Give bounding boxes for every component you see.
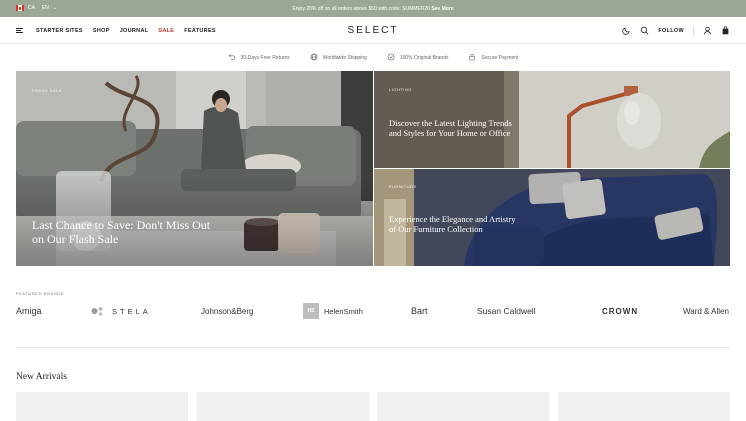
lock-icon xyxy=(468,53,476,63)
brand-helensmith[interactable]: HS HelenSmith xyxy=(303,302,363,320)
hero-tile-lighting[interactable]: LIGHTING Discover the Latest Lighting Tr… xyxy=(374,71,730,168)
brand-ward-allen[interactable]: Ward & Allen xyxy=(683,302,729,320)
brand-name: HelenSmith xyxy=(324,306,363,316)
nav-journal[interactable]: JOURNAL xyxy=(120,28,149,34)
usp-label: Secure Payment xyxy=(481,54,519,61)
return-arrow-icon xyxy=(228,53,236,63)
header-divider xyxy=(693,25,694,36)
usp-label: 100% Original Brands xyxy=(399,54,449,61)
new-arrivals-title: New Arrivals xyxy=(16,372,67,382)
product-card[interactable] xyxy=(197,392,369,421)
chevron-down-icon: ⌄ xyxy=(52,5,58,11)
nav-shop[interactable]: SHOP xyxy=(93,28,110,34)
usp-label: Worldwide Shipping xyxy=(322,54,367,61)
check-badge-icon xyxy=(387,53,395,63)
moon-icon[interactable] xyxy=(622,26,631,35)
brands-row: Amiga STELA Johnson&Berg HS HelenSmith B… xyxy=(16,302,730,320)
usp-label: 30-Days Free Returns xyxy=(240,54,290,61)
helensmith-badge: HS xyxy=(303,303,319,319)
user-icon[interactable] xyxy=(703,26,712,35)
search-icon[interactable] xyxy=(640,26,649,35)
hero-eyebrow: FRESH SALE xyxy=(32,88,62,93)
bag-icon[interactable] xyxy=(721,26,730,35)
hero-heading: Last Chance to Save: Don't Miss Out on O… xyxy=(32,218,211,246)
hero-heading: Experience the Elegance and Artistry of … xyxy=(389,214,516,234)
nav-starter-sites[interactable]: STARTER SITES xyxy=(36,28,83,34)
brand-name: STELA xyxy=(112,306,151,316)
usp-strip: 30-Days Free Returns Worldwide Shipping … xyxy=(0,44,746,71)
hero-heading: Discover the Latest Lighting Trends and … xyxy=(389,118,512,138)
canada-flag-icon xyxy=(16,5,24,11)
section-divider xyxy=(16,347,730,348)
locale-selector[interactable]: CA EN ⌄ xyxy=(16,5,57,11)
nav-features[interactable]: FEATURES xyxy=(184,28,216,34)
follow-button[interactable]: FOLLOW xyxy=(658,28,684,34)
product-card[interactable] xyxy=(16,392,188,421)
usp-payment: Secure Payment xyxy=(468,53,518,63)
menu-icon[interactable] xyxy=(16,28,23,33)
product-card[interactable] xyxy=(558,392,730,421)
announcement-link[interactable]: See More xyxy=(431,6,453,12)
usp-returns: 30-Days Free Returns xyxy=(228,53,290,63)
nav-sale[interactable]: SALE xyxy=(158,28,174,34)
brand-susan-caldwell[interactable]: Susan Caldwell xyxy=(477,302,536,320)
globe-icon xyxy=(310,53,318,63)
header-actions: FOLLOW xyxy=(622,17,730,44)
brand-amiga[interactable]: Amiga xyxy=(16,302,42,320)
brand-bart[interactable]: Bart xyxy=(411,302,428,320)
announcement-text: Enjoy 20% off on all orders above $50 wi… xyxy=(0,6,746,12)
brands-label: FEATURED BRANDS xyxy=(16,291,65,296)
hero-eyebrow: FURNITURE xyxy=(389,184,417,189)
site-logo[interactable]: SELECT xyxy=(348,25,399,36)
usp-brands: 100% Original Brands xyxy=(387,53,449,63)
hero-tile-furniture[interactable]: FURNITURE Experience the Elegance and Ar… xyxy=(374,169,730,266)
brand-stela[interactable]: STELA xyxy=(91,302,151,320)
language-code: EN xyxy=(41,5,49,11)
announcement-message: Enjoy 20% off on all orders above $50 wi… xyxy=(292,5,430,12)
brand-name: Susan Caldwell xyxy=(477,306,536,316)
brand-johnson-berg[interactable]: Johnson&Berg xyxy=(201,302,253,320)
stela-logo-icon xyxy=(91,307,103,316)
hero-grid: FRESH SALE Last Chance to Save: Don't Mi… xyxy=(16,71,730,266)
brand-crown[interactable]: CROWN xyxy=(602,302,638,320)
announcement-bar: CA EN ⌄ Enjoy 20% off on all orders abov… xyxy=(0,0,746,17)
hero-eyebrow: LIGHTING xyxy=(389,87,412,92)
site-header: STARTER SITES SHOP JOURNAL SALE FEATURES… xyxy=(0,17,746,44)
country-code: CA xyxy=(28,5,35,11)
hero-tile-flash-sale[interactable]: FRESH SALE Last Chance to Save: Don't Mi… xyxy=(16,71,373,266)
main-nav: STARTER SITES SHOP JOURNAL SALE FEATURES xyxy=(16,17,216,44)
usp-shipping: Worldwide Shipping xyxy=(310,53,367,63)
product-card[interactable] xyxy=(377,392,549,421)
